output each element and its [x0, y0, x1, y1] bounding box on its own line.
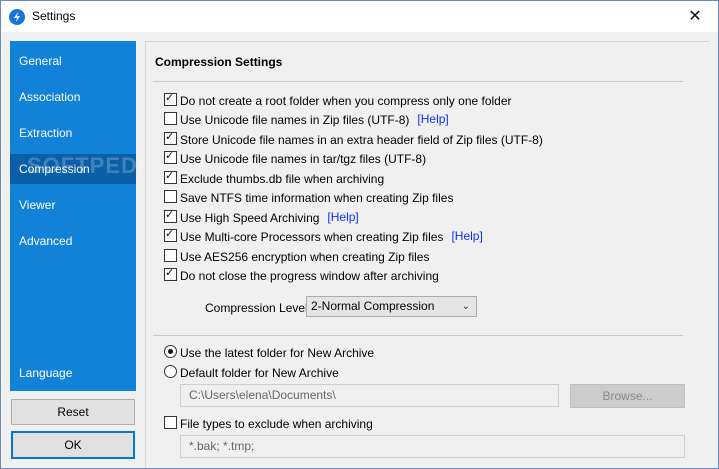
checkbox[interactable]	[164, 416, 177, 430]
checkbox[interactable]: ✓	[164, 228, 177, 243]
compression-level-label: Compression Level:	[205, 301, 312, 315]
option-label: File types to exclude when archiving	[180, 416, 373, 431]
sidebar: General Association Extraction Compressi…	[10, 41, 136, 391]
compression-level-select[interactable]: 2-Normal Compression ⌄	[306, 296, 477, 317]
checkbox[interactable]	[164, 112, 177, 126]
default-folder-input[interactable]: C:\Users\elena\Documents\	[180, 384, 559, 407]
window-title: Settings	[32, 9, 76, 23]
option-label: Save NTFS time information when creating…	[180, 190, 454, 205]
softpedia-watermark: SOFTPEDIA	[27, 153, 162, 178]
reset-button[interactable]: Reset	[11, 399, 135, 425]
sidebar-item-viewer[interactable]: Viewer	[10, 190, 136, 220]
option-no-root-folder[interactable]: ✓ Do not create a root folder when you co…	[164, 92, 512, 109]
help-link[interactable]: [Help]	[451, 229, 482, 243]
app-logo-icon	[9, 9, 25, 25]
checkbox[interactable]	[164, 249, 177, 263]
option-unicode-tar[interactable]: ✓ Use Unicode file names in tar/tgz files…	[164, 150, 427, 167]
title-bar: Settings ✕	[1, 1, 718, 32]
option-label: Do not close the progress window after a…	[180, 268, 439, 283]
radio-button[interactable]	[164, 365, 177, 379]
option-exclude-types[interactable]: File types to exclude when archiving	[164, 416, 373, 432]
compression-level-value: 2-Normal Compression	[311, 299, 435, 313]
option-multicore[interactable]: ✓ Use Multi-core Processors when creating…	[164, 228, 483, 245]
option-keep-progress[interactable]: ✓ Do not close the progress window after …	[164, 267, 439, 284]
option-label: Exclude thumbs.db file when archiving	[180, 171, 385, 186]
option-unicode-extra-header[interactable]: ✓ Store Unicode file names in an extra he…	[164, 131, 543, 148]
close-icon[interactable]: ✕	[672, 1, 718, 32]
option-label: Use Multi-core Processors when creating …	[180, 229, 444, 244]
ok-button[interactable]: OK	[11, 431, 135, 459]
divider	[153, 81, 683, 82]
sidebar-item-language[interactable]: Language	[10, 358, 136, 388]
checkbox[interactable]: ✓	[164, 150, 177, 165]
sidebar-item-association[interactable]: Association	[10, 82, 136, 112]
sidebar-item-extraction[interactable]: Extraction	[10, 118, 136, 148]
sidebar-item-advanced[interactable]: Advanced	[10, 226, 136, 256]
radio-latest-folder[interactable]: Use the latest folder for New Archive	[164, 345, 374, 361]
section-title: Compression Settings	[155, 55, 283, 69]
checkbox[interactable]: ✓	[164, 92, 177, 107]
option-high-speed[interactable]: ✓ Use High Speed Archiving [Help]	[164, 209, 359, 226]
checkbox[interactable]: ✓	[164, 209, 177, 224]
radio-button[interactable]	[164, 345, 177, 359]
checkbox[interactable]: ✓	[164, 267, 177, 282]
help-link[interactable]: [Help]	[327, 210, 358, 224]
radio-label: Use the latest folder for New Archive	[180, 345, 375, 360]
option-ntfs-time[interactable]: Save NTFS time information when creating…	[164, 190, 453, 206]
option-label: Use Unicode file names in tar/tgz files …	[180, 151, 427, 166]
checkbox[interactable]: ✓	[164, 170, 177, 185]
radio-default-folder[interactable]: Default folder for New Archive	[164, 365, 339, 381]
radio-label: Default folder for New Archive	[180, 365, 339, 380]
checkbox[interactable]	[164, 190, 177, 204]
exclude-types-input[interactable]: *.bak; *.tmp;	[180, 435, 685, 458]
option-label: Use Unicode file names in Zip files (UTF…	[180, 112, 410, 127]
browse-button[interactable]: Browse...	[570, 384, 685, 408]
chevron-down-icon: ⌄	[461, 301, 470, 312]
option-label: Use AES256 encryption when creating Zip …	[180, 249, 430, 264]
checkbox[interactable]: ✓	[164, 131, 177, 146]
option-unicode-zip[interactable]: Use Unicode file names in Zip files (UTF…	[164, 112, 449, 128]
divider	[153, 335, 683, 336]
option-label: Do not create a root folder when you com…	[180, 93, 512, 108]
help-link[interactable]: [Help]	[417, 112, 448, 126]
option-label: Store Unicode file names in an extra hea…	[180, 132, 543, 147]
option-aes256[interactable]: Use AES256 encryption when creating Zip …	[164, 249, 429, 265]
option-label: Use High Speed Archiving	[180, 210, 320, 225]
option-exclude-thumbs[interactable]: ✓ Exclude thumbs.db file when archiving	[164, 170, 385, 187]
sidebar-item-general[interactable]: General	[10, 46, 136, 76]
